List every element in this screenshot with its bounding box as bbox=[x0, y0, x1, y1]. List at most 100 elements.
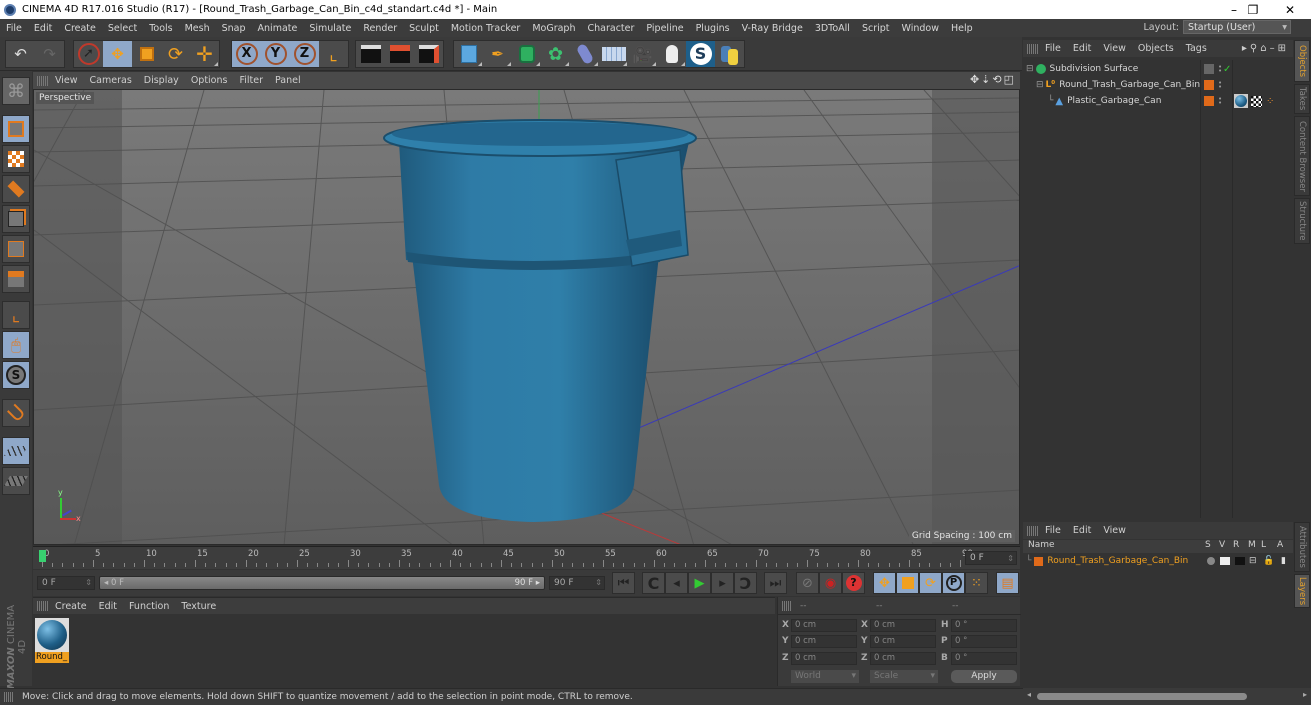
tab-content-browser[interactable]: Content Browser bbox=[1294, 116, 1310, 196]
layer-menu-view[interactable]: View bbox=[1097, 525, 1132, 536]
menu-sculpt[interactable]: Sculpt bbox=[403, 23, 445, 34]
menu-animate[interactable]: Animate bbox=[252, 23, 304, 34]
menu-motion-tracker[interactable]: Motion Tracker bbox=[445, 23, 527, 34]
viewport-menu-view[interactable]: View bbox=[49, 75, 84, 86]
pan-icon[interactable]: ✥ bbox=[970, 73, 981, 86]
menu-tools[interactable]: Tools bbox=[143, 23, 178, 34]
drag-handle-icon[interactable] bbox=[1027, 525, 1039, 536]
object-menu-view[interactable]: View bbox=[1097, 43, 1132, 54]
uvw-tag-icon[interactable] bbox=[1251, 95, 1262, 107]
material-tag-icon[interactable] bbox=[1234, 94, 1248, 108]
redo-icon[interactable]: ↷ bbox=[35, 41, 64, 67]
subdivision-surface-icon[interactable] bbox=[512, 41, 541, 67]
maximize-view-icon[interactable]: ◰ bbox=[1004, 73, 1016, 86]
undo-icon[interactable]: ↶ bbox=[6, 41, 35, 67]
layer-swatch[interactable] bbox=[1204, 80, 1214, 90]
size-y-field[interactable]: 0 cm bbox=[870, 635, 936, 648]
z-axis-lock-icon[interactable]: Z bbox=[290, 41, 319, 67]
layer-name[interactable]: Round_Trash_Garbage_Can_Bin bbox=[1047, 556, 1188, 566]
menu-render[interactable]: Render bbox=[357, 23, 403, 34]
timeline-ruler[interactable]: 051015202530354045505560657075808590 bbox=[33, 546, 1020, 569]
menu-simulate[interactable]: Simulate bbox=[303, 23, 357, 34]
menu-3dtoall[interactable]: 3DToAll bbox=[809, 23, 856, 34]
scroll-right-icon[interactable]: ▸ bbox=[1303, 690, 1307, 699]
size-x-field[interactable]: 0 cm bbox=[870, 619, 936, 632]
menu-edit[interactable]: Edit bbox=[28, 23, 58, 34]
size-mode-select[interactable]: Scale ▾ bbox=[870, 670, 938, 683]
menu-file[interactable]: File bbox=[0, 23, 28, 34]
model-mode-icon[interactable] bbox=[2, 115, 30, 143]
viewport-menu-display[interactable]: Display bbox=[138, 75, 185, 86]
visibility-dots-icon[interactable]: • • bbox=[1218, 96, 1222, 107]
restore-button[interactable]: ❐ bbox=[1235, 0, 1271, 19]
object-row[interactable]: ⊟ Subdivision Surface • • ✓ bbox=[1026, 61, 1290, 77]
keyframe-selection-icon[interactable]: ? bbox=[845, 575, 862, 591]
cloner-icon[interactable]: ✿ bbox=[541, 41, 570, 67]
x-axis-lock-icon[interactable]: X bbox=[232, 41, 261, 67]
menu-pipeline[interactable]: Pipeline bbox=[640, 23, 689, 34]
orbit-icon[interactable]: ⟲ bbox=[992, 73, 1003, 86]
tab-objects[interactable]: Objects bbox=[1294, 40, 1310, 82]
scroll-left-icon[interactable]: ◂ bbox=[1027, 690, 1031, 699]
floor-icon[interactable] bbox=[599, 41, 628, 67]
key-pla-icon[interactable]: ⁙ bbox=[965, 572, 988, 594]
material-menu-edit[interactable]: Edit bbox=[93, 601, 123, 612]
python-icon[interactable] bbox=[715, 41, 744, 67]
minimize-panel-icon[interactable]: – bbox=[1270, 43, 1278, 54]
drag-handle-icon[interactable] bbox=[4, 692, 14, 702]
object-name[interactable]: Round_Trash_Garbage_Can_Bin bbox=[1059, 80, 1200, 90]
rotation-h-field[interactable]: 0 ° bbox=[951, 619, 1017, 632]
prev-frame-icon[interactable]: ◂ bbox=[665, 572, 688, 594]
position-z-field[interactable]: 0 cm bbox=[791, 652, 857, 665]
layer-swatch[interactable] bbox=[1204, 96, 1214, 106]
layer-row[interactable]: └ Round_Trash_Garbage_Can_Bin ⊟ 🔓 ▮ bbox=[1026, 554, 1290, 568]
render-toggle-icon[interactable] bbox=[1235, 557, 1245, 565]
cube-primitive-icon[interactable] bbox=[454, 41, 483, 67]
menu-snap[interactable]: Snap bbox=[216, 23, 252, 34]
material-thumbnail[interactable]: Round_ bbox=[35, 618, 69, 666]
render-settings-icon[interactable] bbox=[414, 41, 443, 67]
column-render[interactable]: R bbox=[1233, 540, 1239, 550]
y-axis-lock-icon[interactable]: Y bbox=[261, 41, 290, 67]
object-menu-tags[interactable]: Tags bbox=[1180, 43, 1213, 54]
axis-mode-icon[interactable]: ⌞ bbox=[2, 301, 30, 329]
viewport-menu-cameras[interactable]: Cameras bbox=[84, 75, 138, 86]
tab-takes[interactable]: Takes bbox=[1294, 84, 1310, 114]
workplane-mode-icon[interactable] bbox=[2, 175, 30, 203]
home-icon[interactable]: ⌂ bbox=[1260, 43, 1269, 54]
object-menu-file[interactable]: File bbox=[1039, 43, 1067, 54]
animation-toggle-icon[interactable]: ▮ bbox=[1281, 556, 1286, 566]
drag-handle-icon[interactable] bbox=[37, 75, 49, 86]
menu-mesh[interactable]: Mesh bbox=[179, 23, 216, 34]
layout-dropdown[interactable]: Startup (User) bbox=[1183, 20, 1291, 34]
expand-arrow-icon[interactable]: ▸ bbox=[1242, 43, 1250, 54]
phong-tag-icon[interactable]: ⁘ bbox=[1266, 96, 1274, 107]
planar-workplane-icon[interactable] bbox=[2, 467, 30, 495]
lock-toggle-icon[interactable]: 🔓 bbox=[1263, 556, 1274, 566]
light-icon[interactable] bbox=[657, 41, 686, 67]
position-y-field[interactable]: 0 cm bbox=[791, 635, 857, 648]
menu-vray-bridge[interactable]: V-Ray Bridge bbox=[736, 23, 809, 34]
object-row[interactable]: ⊟ L⁰ Round_Trash_Garbage_Can_Bin • • bbox=[1026, 77, 1290, 93]
rotation-p-field[interactable]: 0 ° bbox=[951, 635, 1017, 648]
goto-end-icon[interactable]: ⏭ bbox=[764, 572, 787, 594]
column-view[interactable]: V bbox=[1219, 540, 1225, 550]
viewport-menu-filter[interactable]: Filter bbox=[233, 75, 269, 86]
current-frame-marker[interactable] bbox=[39, 550, 46, 562]
layer-swatch[interactable] bbox=[1204, 64, 1214, 74]
tweak-mode-icon[interactable]: 🖱 bbox=[2, 331, 30, 359]
snap-icon[interactable]: U bbox=[2, 399, 30, 427]
object-name[interactable]: Subdivision Surface bbox=[1050, 64, 1139, 74]
key-position-icon[interactable]: ✥ bbox=[873, 572, 896, 594]
drag-handle-icon[interactable] bbox=[1027, 43, 1039, 54]
menu-character[interactable]: Character bbox=[581, 23, 640, 34]
edges-mode-icon[interactable] bbox=[2, 235, 30, 263]
scrollbar-thumb[interactable] bbox=[1037, 693, 1247, 700]
menu-mograph[interactable]: MoGraph bbox=[526, 23, 581, 34]
start-frame-field[interactable]: 0 F ⇕ bbox=[37, 576, 95, 590]
solo-mode-icon[interactable]: S bbox=[2, 361, 30, 389]
goto-start-icon[interactable]: ⏮ bbox=[612, 572, 635, 594]
object-menu-objects[interactable]: Objects bbox=[1132, 43, 1180, 54]
visibility-dots-icon[interactable]: • • bbox=[1218, 80, 1222, 91]
coordinate-mode-select[interactable]: World ▾ bbox=[791, 670, 859, 683]
